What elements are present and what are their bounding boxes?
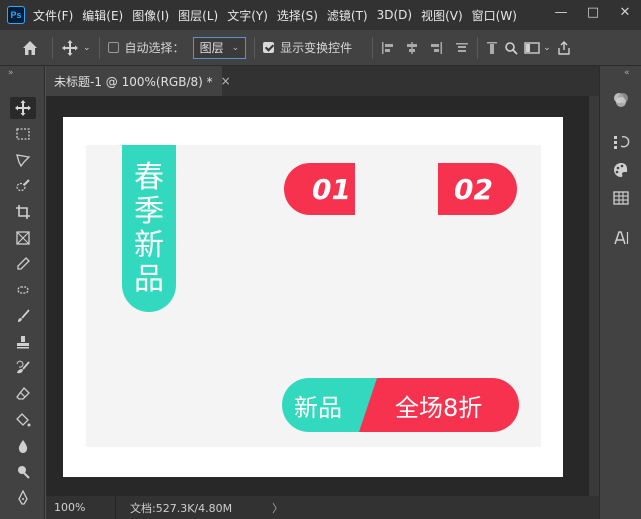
brush-icon[interactable]	[10, 305, 36, 327]
maximize-button[interactable]: □	[577, 0, 609, 24]
menu-file[interactable]: 文件(F)	[33, 7, 73, 24]
quick-select-icon[interactable]	[10, 175, 36, 197]
search-icon[interactable]	[504, 41, 518, 55]
zoom-level[interactable]: 100%	[46, 496, 116, 519]
chevron-down-icon[interactable]: ⌄	[83, 43, 91, 53]
vertical-scrollbar[interactable]	[589, 96, 599, 496]
tools-panel: »	[0, 66, 45, 519]
minimize-button[interactable]: —	[545, 0, 577, 24]
healing-icon[interactable]	[10, 279, 36, 301]
close-icon[interactable]: ×	[221, 74, 231, 88]
collapse-icon[interactable]: «	[624, 68, 630, 78]
menu-filter[interactable]: 滤镜(T)	[327, 7, 368, 24]
photoshop-logo: Ps	[7, 6, 25, 24]
history-icon[interactable]	[608, 130, 634, 154]
move-tool-preset-icon[interactable]	[61, 39, 79, 57]
share-icon[interactable]	[557, 40, 571, 55]
marquee-icon[interactable]	[10, 123, 36, 145]
color-icon[interactable]	[608, 88, 634, 112]
chevron-down-icon[interactable]: ⌄	[543, 43, 551, 53]
vertical-tag: 春 季 新 品	[122, 145, 176, 312]
status-bar: 100% 文档:527.3K/4.80M 〉	[46, 496, 599, 519]
crop-icon[interactable]	[10, 201, 36, 223]
history-brush-icon[interactable]	[10, 357, 36, 379]
align-center-icon[interactable]	[405, 41, 419, 55]
paint-bucket-icon[interactable]	[10, 409, 36, 431]
auto-select-checkbox[interactable]	[107, 42, 119, 53]
artboard[interactable]: 春 季 新 品 01 02 新品 全场8折	[63, 117, 563, 477]
workspace-icon[interactable]	[524, 41, 540, 55]
menu-bar: Ps 文件(F) 编辑(E) 图像(I) 图层(L) 文字(Y) 选择(S) 滤…	[0, 0, 641, 30]
tag-char: 春	[134, 160, 164, 195]
options-bar: ⌄ 自动选择： 图层 ⌄ 显示变换控件 ⌄	[0, 30, 641, 66]
canvas-background: 春 季 新 品 01 02 新品 全场8折	[86, 145, 541, 447]
swatches-icon[interactable]	[608, 158, 634, 182]
tag-char: 季	[134, 194, 164, 229]
eyedropper-icon[interactable]	[10, 253, 36, 275]
divider	[477, 36, 479, 59]
document-tabs: 未标题-1 @ 100%(RGB/8) * ×	[46, 66, 599, 96]
chevron-down-icon: ⌄	[231, 42, 240, 53]
grid-icon[interactable]	[608, 186, 634, 210]
lasso-icon[interactable]	[10, 149, 36, 171]
canvas-area[interactable]: 春 季 新 品 01 02 新品 全场8折	[46, 96, 599, 496]
tag-char: 品	[134, 262, 164, 297]
menu-3d[interactable]: 3D(D)	[377, 8, 412, 22]
promo-right: 全场8折	[359, 378, 519, 432]
auto-select-target-dropdown[interactable]: 图层 ⌄	[192, 36, 247, 59]
move-icon[interactable]	[10, 97, 36, 119]
eraser-icon[interactable]	[10, 383, 36, 405]
promo-banner: 新品 全场8折	[282, 378, 519, 432]
align-left-icon[interactable]	[381, 41, 395, 55]
window-controls: — □ ✕	[545, 0, 641, 30]
show-transform-checkbox[interactable]	[263, 42, 275, 53]
pen-icon[interactable]	[10, 487, 36, 509]
badge-02: 02	[438, 163, 517, 215]
menu-layer[interactable]: 图层(L)	[178, 7, 218, 24]
menu-type[interactable]: 文字(Y)	[227, 7, 268, 24]
document-info: 文档:527.3K/4.80M	[130, 501, 233, 515]
dropdown-value: 图层	[199, 41, 224, 55]
menu-view[interactable]: 视图(V)	[421, 7, 463, 24]
divider	[52, 36, 53, 59]
badge-01: 01	[284, 163, 355, 215]
menu-edit[interactable]: 编辑(E)	[82, 7, 123, 24]
panels-strip: «	[599, 66, 641, 519]
align-vertical-icon[interactable]	[486, 41, 498, 55]
collapse-icon[interactable]: »	[8, 68, 14, 78]
tab-title: 未标题-1 @ 100%(RGB/8) *	[54, 74, 213, 89]
tag-char: 新	[134, 228, 164, 263]
divider	[372, 36, 374, 59]
status-menu-icon[interactable]: 〉	[272, 500, 283, 516]
frame-icon[interactable]	[10, 227, 36, 249]
menu-image[interactable]: 图像(I)	[132, 7, 169, 24]
show-transform-label: 显示变换控件	[280, 41, 353, 55]
menu-window[interactable]: 窗口(W)	[472, 7, 517, 24]
divider	[254, 36, 256, 59]
align-top-icon[interactable]	[455, 41, 469, 55]
dodge-icon[interactable]	[10, 461, 36, 483]
stamp-icon[interactable]	[10, 331, 36, 353]
close-button[interactable]: ✕	[609, 0, 641, 24]
tab-document[interactable]: 未标题-1 @ 100%(RGB/8) * ×	[46, 66, 231, 96]
home-icon[interactable]	[22, 40, 38, 56]
blur-icon[interactable]	[10, 435, 36, 457]
align-right-icon[interactable]	[429, 41, 443, 55]
menu-select[interactable]: 选择(S)	[277, 7, 318, 24]
divider	[98, 36, 100, 59]
auto-select-label: 自动选择：	[124, 41, 185, 55]
character-icon[interactable]	[608, 226, 634, 250]
